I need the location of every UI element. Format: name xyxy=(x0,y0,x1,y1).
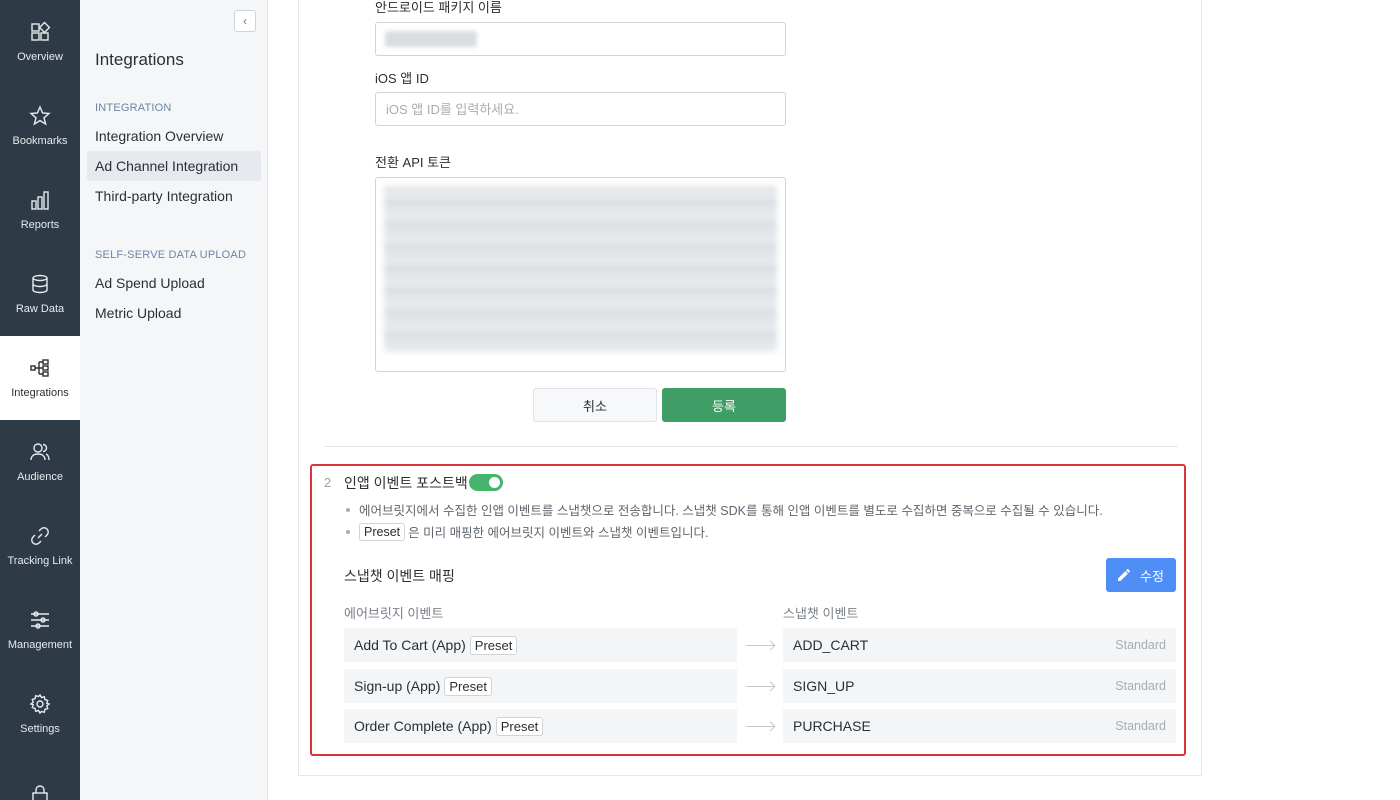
overview-icon xyxy=(31,21,51,41)
toggle-knob xyxy=(489,477,500,488)
rail-item-reports[interactable]: Reports xyxy=(0,168,80,252)
preset-tag: Preset xyxy=(444,676,492,696)
info-text-1: 에어브릿지에서 수집한 인앱 이벤트를 스냅챗으로 전송합니다. 스냅챗 SDK… xyxy=(359,504,1103,518)
secondary-sidebar: ‹ Integrations INTEGRATION Integration O… xyxy=(80,0,268,800)
preset-tag: Preset xyxy=(469,635,518,655)
airbridge-event-name: Add To Cart (App) xyxy=(354,637,466,653)
redacted-value xyxy=(385,31,477,47)
snapchat-event-cell: PURCHASE Standard xyxy=(783,709,1176,743)
sliders-icon xyxy=(31,611,49,629)
snapchat-event-name: ADD_CART xyxy=(793,637,869,653)
rail-label: Raw Data xyxy=(15,303,65,315)
sidebar-item-ad-channel-integration[interactable]: Ad Channel Integration xyxy=(87,151,261,181)
airbridge-event-cell: Order Complete (App) Preset xyxy=(344,709,737,743)
snapchat-event-name: PURCHASE xyxy=(793,718,871,734)
rail-item-bookmarks[interactable]: Bookmarks xyxy=(0,84,80,168)
conversion-api-token-label: 전환 API 토큰 xyxy=(375,155,452,170)
rail-label: Bookmarks xyxy=(12,135,68,147)
rail-item-integrations[interactable]: Integrations xyxy=(0,336,80,420)
postback-section-title: 인앱 이벤트 포스트백 xyxy=(344,475,468,491)
rail-item-settings[interactable]: Settings xyxy=(0,672,80,756)
info-text-2: 은 미리 매핑한 에어브릿지 이벤트와 스냅챗 이벤트입니다. xyxy=(408,526,709,540)
collapse-sidebar-button[interactable]: ‹ xyxy=(234,10,256,32)
edit-label: 수정 xyxy=(1140,568,1164,584)
rail-label: Reports xyxy=(20,219,60,231)
android-package-label: 안드로이드 패키지 이름 xyxy=(375,0,502,15)
event-type-label: Standard xyxy=(1115,679,1166,693)
rail-item-lock[interactable] xyxy=(0,756,80,800)
arrow-right-icon xyxy=(746,645,774,646)
section-header-integration: INTEGRATION xyxy=(95,102,172,114)
airbridge-event-cell: Sign-up (App) Preset xyxy=(344,669,737,703)
cancel-button[interactable]: 취소 xyxy=(533,388,657,422)
mapping-title: 스냅챗 이벤트 매핑 xyxy=(344,568,455,584)
pencil-icon xyxy=(1118,569,1131,581)
lock-icon xyxy=(32,785,48,800)
snapchat-event-name: SIGN_UP xyxy=(793,678,855,694)
rail-label: Settings xyxy=(20,723,60,735)
postback-info-1: 에어브릿지에서 수집한 인앱 이벤트를 스냅챗으로 전송합니다. 스냅챗 SDK… xyxy=(346,500,1103,519)
audience-icon xyxy=(30,443,50,461)
sidebar-item-integration-overview[interactable]: Integration Overview xyxy=(87,121,261,151)
sidebar-item-metric-upload[interactable]: Metric Upload xyxy=(87,298,261,328)
event-type-label: Standard xyxy=(1115,719,1166,733)
conversion-api-token-textarea[interactable] xyxy=(375,177,786,372)
arrow-right-icon xyxy=(746,686,774,687)
step-number: 2 xyxy=(324,475,332,490)
rail-item-management[interactable]: Management xyxy=(0,588,80,672)
airbridge-event-cell: Add To Cart (App) Preset xyxy=(344,628,737,662)
sidebar-item-third-party-integration[interactable]: Third-party Integration xyxy=(87,181,261,211)
sidebar-item-ad-spend-upload[interactable]: Ad Spend Upload xyxy=(87,268,261,298)
bullet-dot xyxy=(346,507,350,512)
section-header-data-upload: SELF-SERVE DATA UPLOAD xyxy=(95,249,247,261)
edit-mapping-button[interactable]: 수정 xyxy=(1106,558,1176,592)
section-divider xyxy=(324,446,1178,447)
rail-label: Integrations xyxy=(11,387,69,399)
rail-label: Management xyxy=(7,639,73,651)
gear-icon xyxy=(29,693,51,715)
bar-chart-icon xyxy=(31,191,49,210)
android-package-input[interactable] xyxy=(375,22,786,56)
bullet-dot xyxy=(346,529,350,534)
event-type-label: Standard xyxy=(1115,638,1166,652)
postback-info-2: Preset 은 미리 매핑한 에어브릿지 이벤트와 스냅챗 이벤트입니다. xyxy=(346,522,708,541)
register-button[interactable]: 등록 xyxy=(662,388,786,422)
primary-nav-rail: Overview Bookmarks Reports Raw Data Inte… xyxy=(0,0,80,800)
preset-tag: Preset xyxy=(359,522,406,541)
database-icon xyxy=(32,274,48,294)
airbridge-event-name: Sign-up (App) xyxy=(354,678,441,694)
main-content: 안드로이드 패키지 이름 iOS 앱 ID 전환 API 토큰 취소 등록 2 … xyxy=(268,0,1400,800)
rail-item-tracking-link[interactable]: Tracking Link xyxy=(0,504,80,588)
snapchat-event-cell: ADD_CART Standard xyxy=(783,628,1176,662)
link-icon xyxy=(31,527,49,545)
integrations-icon xyxy=(30,359,49,377)
rail-item-raw-data[interactable]: Raw Data xyxy=(0,252,80,336)
rail-label: Audience xyxy=(17,471,63,483)
airbridge-event-column-header: 에어브릿지 이벤트 xyxy=(344,606,444,621)
star-icon xyxy=(29,105,51,126)
snapchat-event-column-header: 스냅챗 이벤트 xyxy=(783,606,859,621)
rail-label: Tracking Link xyxy=(7,555,73,567)
sidebar-title: Integrations xyxy=(95,50,184,69)
rail-label: Overview xyxy=(17,51,63,63)
redacted-token xyxy=(384,186,777,352)
rail-item-overview[interactable]: Overview xyxy=(0,0,80,84)
airbridge-event-name: Order Complete (App) xyxy=(354,718,492,734)
ios-app-id-input[interactable] xyxy=(375,92,786,126)
app-root: Overview Bookmarks Reports Raw Data Inte… xyxy=(0,0,1400,800)
preset-tag: Preset xyxy=(495,716,544,736)
rail-item-audience[interactable]: Audience xyxy=(0,420,80,504)
chevron-left-icon: ‹ xyxy=(243,14,247,28)
snapchat-event-cell: SIGN_UP Standard xyxy=(783,669,1176,703)
ios-app-id-label: iOS 앱 ID xyxy=(375,71,429,86)
postback-toggle[interactable] xyxy=(469,474,503,491)
arrow-right-icon xyxy=(746,726,774,727)
